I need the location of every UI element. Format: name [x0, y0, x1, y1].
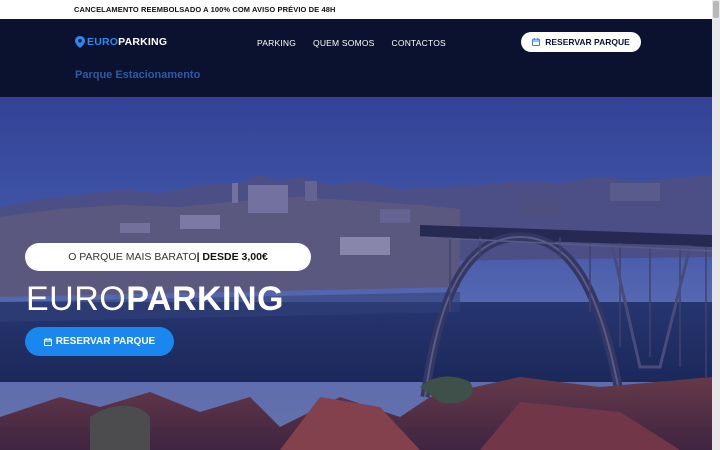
- site-logo[interactable]: EUROPARKING: [75, 36, 167, 48]
- site-header: EUROPARKING PARKING QUEM SOMOS CONTACTOS…: [0, 19, 712, 97]
- reserve-park-label: RESERVAR PARQUE: [545, 37, 630, 47]
- calendar-icon: [43, 337, 52, 346]
- hero-tagline: O PARQUE MAIS BARATO | DESDE 3,00€: [25, 243, 311, 271]
- scrollbar-thumb[interactable]: [713, 1, 719, 18]
- nav-contactos[interactable]: CONTACTOS: [392, 38, 446, 48]
- main-nav: PARKING QUEM SOMOS CONTACTOS: [257, 38, 446, 48]
- logo-parking: PARKING: [118, 36, 168, 48]
- announcement-text: CANCELAMENTO REEMBOLSADO A 100% COM AVIS…: [74, 5, 336, 14]
- calendar-icon: [532, 38, 541, 46]
- page-title: Parque Estacionamento: [75, 69, 201, 81]
- logo-euro: EURO: [87, 36, 119, 48]
- nav-parking[interactable]: PARKING: [257, 38, 296, 48]
- tagline-text: O PARQUE MAIS BARATO: [68, 251, 197, 263]
- tagline-price: | DESDE 3,00€: [196, 251, 268, 263]
- nav-quem-somos[interactable]: QUEM SOMOS: [313, 38, 375, 48]
- scrollbar[interactable]: [712, 0, 720, 450]
- hero-title-euro: EURO: [26, 280, 127, 318]
- reserve-park-button[interactable]: RESERVAR PARQUE: [521, 32, 641, 52]
- hero-section: O PARQUE MAIS BARATO | DESDE 3,00€ EUROP…: [0, 97, 712, 450]
- hero-title-parking: PARKING: [126, 280, 284, 318]
- hero-reserve-button[interactable]: RESERVAR PARQUE: [25, 327, 174, 356]
- announcement-bar: CANCELAMENTO REEMBOLSADO A 100% COM AVIS…: [0, 0, 712, 19]
- hero-reserve-label: RESERVAR PARQUE: [55, 336, 156, 347]
- hero-background-image: [0, 97, 712, 450]
- hero-title: EUROPARKING: [26, 280, 284, 319]
- map-pin-icon: [75, 36, 85, 48]
